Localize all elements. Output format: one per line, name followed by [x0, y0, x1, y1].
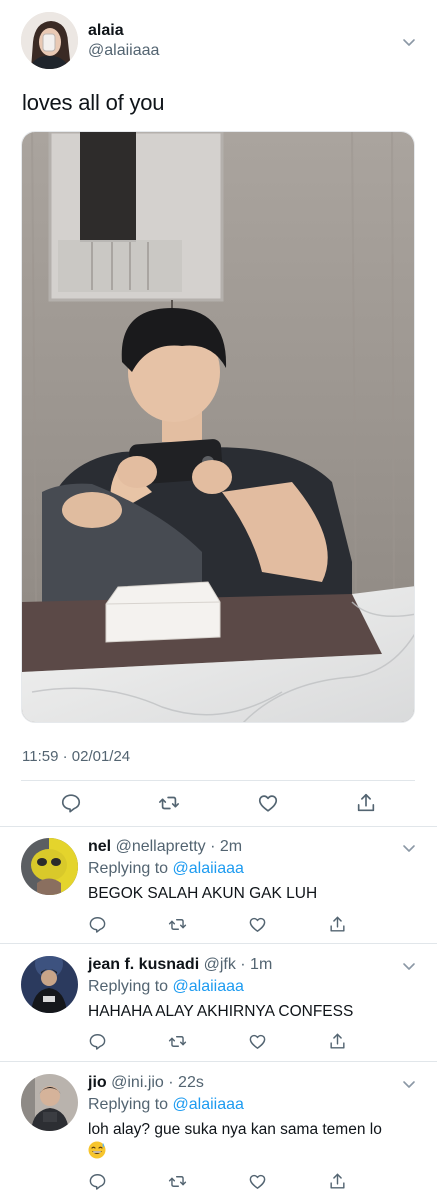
reply-avatar[interactable] — [21, 1074, 78, 1131]
like-icon[interactable] — [248, 1172, 267, 1191]
retweet-icon[interactable] — [158, 792, 180, 814]
share-icon[interactable] — [355, 792, 377, 814]
grinning-sweat-emoji — [88, 1141, 106, 1159]
replying-to: Replying to @alaiiaaa — [88, 860, 244, 878]
reply-tweet[interactable]: jio @ini.jio · 22s Replying to @alaiiaaa… — [0, 1062, 437, 1200]
author-name[interactable]: alaia — [88, 22, 124, 40]
reply-meta: @nellapretty · 2m — [115, 838, 243, 855]
reply-meta: @jfk · 1m — [203, 956, 273, 973]
share-icon[interactable] — [328, 915, 347, 934]
share-icon[interactable] — [328, 1032, 347, 1051]
reply-meta: @ini.jio · 22s — [111, 1074, 204, 1091]
chevron-down-icon[interactable] — [401, 1076, 417, 1092]
reply-avatar[interactable] — [21, 838, 78, 895]
chevron-down-icon[interactable] — [401, 34, 417, 50]
author-handle[interactable]: @alaiiaaa — [88, 42, 159, 60]
replying-to-label: Replying to — [88, 1096, 169, 1113]
divider — [21, 780, 415, 781]
like-icon[interactable] — [248, 915, 267, 934]
reply-tweet[interactable]: nel @nellapretty · 2m Replying to @alaii… — [0, 826, 437, 944]
reply-icon[interactable] — [88, 915, 107, 934]
like-icon[interactable] — [257, 792, 279, 814]
reply-author-name[interactable]: jean f. kusnadi — [88, 956, 199, 973]
reply-icon[interactable] — [88, 1032, 107, 1051]
reply-text: loh alay? gue suka nya kan sama temen lo — [88, 1119, 418, 1163]
reply-text-content: loh alay? gue suka nya kan sama temen lo — [88, 1121, 382, 1138]
reply-text: BEGOK SALAH AKUN GAK LUH — [88, 885, 318, 902]
share-icon[interactable] — [328, 1172, 347, 1191]
replying-to-mention[interactable]: @alaiiaaa — [173, 978, 244, 995]
retweet-icon[interactable] — [168, 1032, 187, 1051]
reply-author-name[interactable]: jio — [88, 1074, 107, 1091]
replying-to: Replying to @alaiiaaa — [88, 978, 244, 996]
replying-to-label: Replying to — [88, 860, 169, 877]
replying-to-mention[interactable]: @alaiiaaa — [173, 860, 244, 877]
like-icon[interactable] — [248, 1032, 267, 1051]
reply-avatar[interactable] — [21, 956, 78, 1013]
reply-icon[interactable] — [60, 792, 82, 814]
reply-tweet[interactable]: jean f. kusnadi @jfk · 1m Replying to @a… — [0, 944, 437, 1061]
retweet-icon[interactable] — [168, 1172, 187, 1191]
chevron-down-icon[interactable] — [401, 958, 417, 974]
reply-icon[interactable] — [88, 1172, 107, 1191]
reply-author-name[interactable]: nel — [88, 838, 111, 855]
retweet-icon[interactable] — [168, 915, 187, 934]
tweet-text: loves all of you — [22, 90, 165, 115]
replying-to-mention[interactable]: @alaiiaaa — [173, 1096, 244, 1113]
replying-to: Replying to @alaiiaaa — [88, 1096, 244, 1114]
tweet-photo[interactable] — [21, 131, 415, 723]
chevron-down-icon[interactable] — [401, 840, 417, 856]
author-avatar[interactable] — [21, 12, 78, 69]
reply-text: HAHAHA ALAY AKHIRNYA CONFESS — [88, 1003, 354, 1020]
replying-to-label: Replying to — [88, 978, 169, 995]
tweet-timestamp: 11:59 · 02/01/24 — [22, 748, 131, 765]
